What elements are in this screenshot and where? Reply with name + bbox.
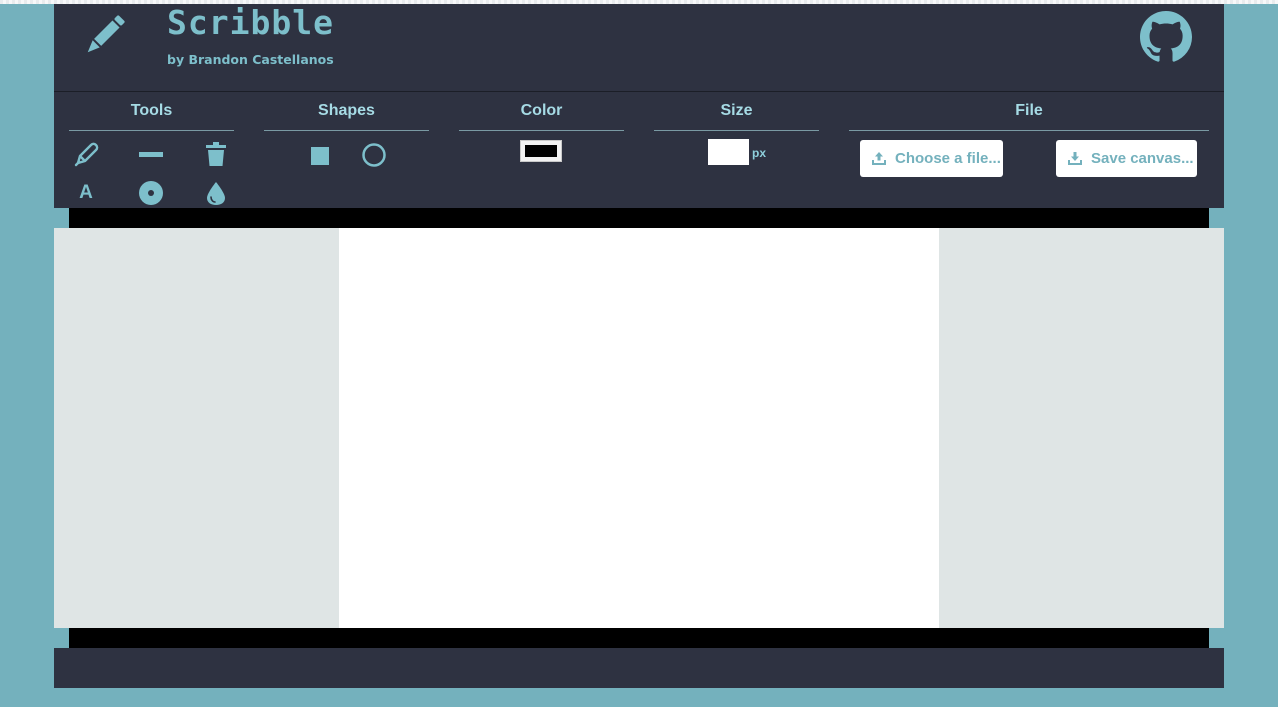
app-author: by Brandon Castellanos	[167, 52, 334, 67]
choose-file-label: Choose a file...	[895, 150, 1001, 167]
line-tool-button[interactable]	[137, 140, 165, 168]
text-tool-icon: A	[79, 182, 93, 203]
tools-divider	[69, 130, 234, 131]
pencil-tool-button[interactable]	[72, 140, 100, 168]
square-shape-icon	[311, 147, 329, 165]
trash-icon	[206, 142, 226, 166]
square-shape-button[interactable]	[306, 142, 334, 170]
size-section: Size px	[654, 92, 819, 208]
circle-shape-button[interactable]	[360, 141, 388, 169]
color-section: Color	[459, 92, 624, 208]
app-title: Scribble	[167, 3, 334, 42]
size-divider	[654, 130, 819, 131]
choose-file-button[interactable]: Choose a file...	[860, 140, 1003, 177]
drawing-canvas[interactable]	[339, 228, 939, 628]
tools-title: Tools	[130, 102, 173, 119]
color-title: Color	[520, 102, 563, 119]
file-title: File	[1015, 102, 1043, 119]
clear-button[interactable]	[202, 140, 230, 168]
shapes-divider	[264, 130, 429, 131]
file-section: File Choose a file... Save canvas...	[849, 92, 1209, 208]
upload-icon	[872, 151, 886, 165]
color-divider	[459, 130, 624, 131]
pencil-icon	[87, 15, 125, 53]
color-picker[interactable]	[520, 140, 562, 162]
size-unit-label: px	[752, 146, 767, 160]
line-tool-icon	[139, 152, 163, 157]
file-divider	[849, 130, 1209, 131]
fill-drop-icon	[207, 182, 225, 205]
point-tool-icon	[139, 181, 163, 205]
canvas-frame-bottom	[69, 628, 1209, 648]
app: Scribble by Brandon Castellanos Tools A …	[54, 3, 1224, 688]
save-canvas-label: Save canvas...	[1091, 150, 1194, 167]
point-tool-button[interactable]	[137, 179, 165, 207]
footer	[54, 648, 1224, 688]
shapes-section: Shapes	[264, 92, 429, 208]
canvas-area	[54, 228, 1224, 628]
pencil-tool-icon	[74, 142, 99, 167]
github-icon[interactable]	[1140, 11, 1192, 63]
shapes-title: Shapes	[318, 102, 375, 119]
color-picker-swatch	[525, 145, 557, 157]
download-icon	[1068, 151, 1082, 165]
size-title: Size	[720, 102, 753, 119]
circle-shape-icon	[362, 143, 386, 167]
canvas-frame-top	[69, 208, 1209, 228]
app-header: Scribble by Brandon Castellanos	[54, 3, 1224, 92]
text-tool-button[interactable]: A	[72, 179, 100, 207]
toolbar: Tools A Shapes Color Size px File Choose…	[54, 92, 1224, 208]
tools-section: Tools A	[69, 92, 234, 208]
fill-tool-button[interactable]	[202, 179, 230, 207]
size-input[interactable]	[708, 139, 749, 165]
save-canvas-button[interactable]: Save canvas...	[1056, 140, 1197, 177]
